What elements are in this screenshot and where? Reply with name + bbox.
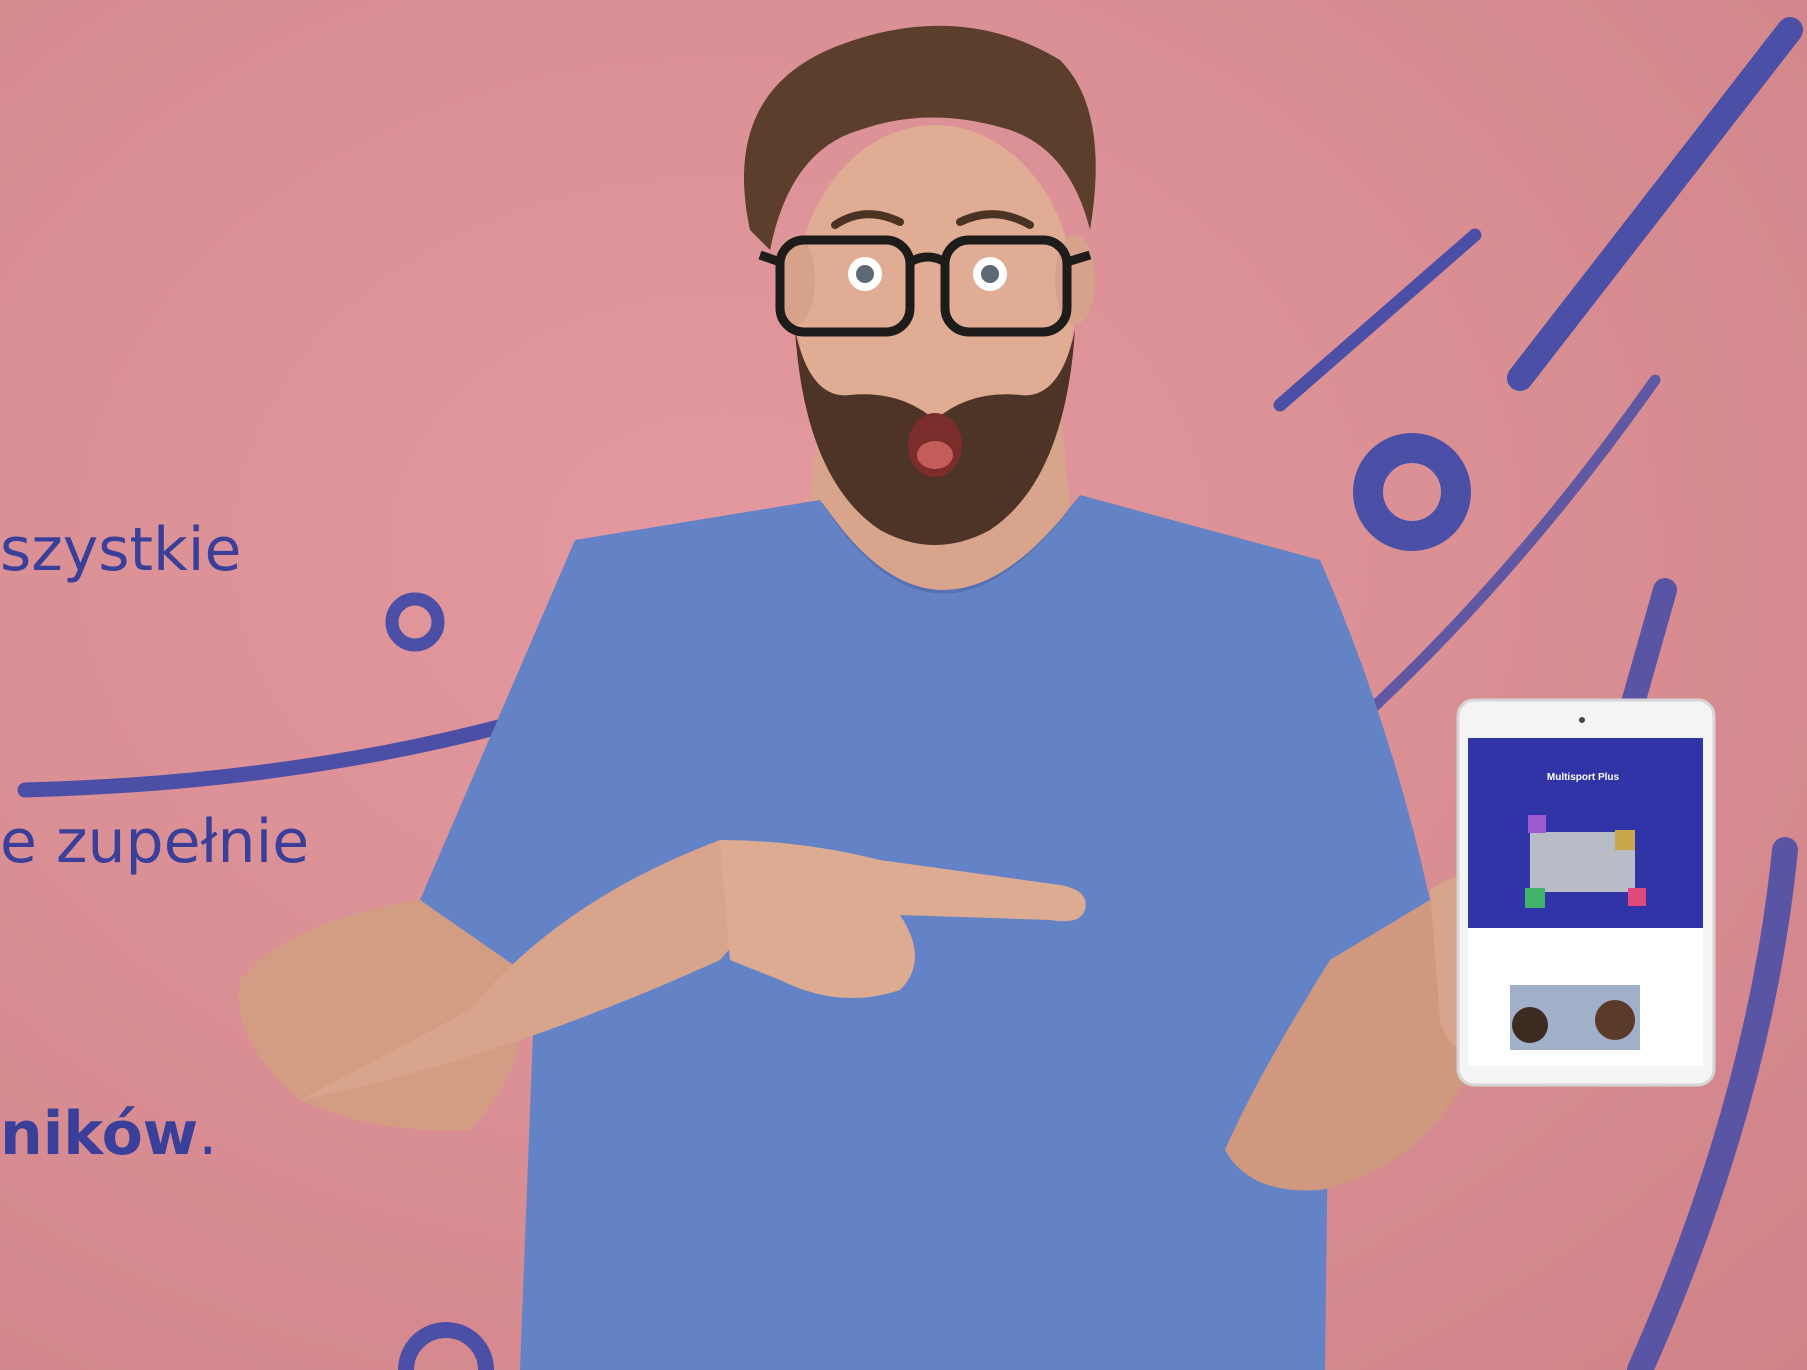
hero-banner: szystkie e zupełnie ników. Multisport Pl… — [0, 0, 1807, 1370]
tablet-screen-title: Multisport Plus — [1546, 772, 1620, 783]
headline: szystkie e zupełnie ników. — [0, 308, 309, 1370]
man-photo — [238, 25, 1485, 1370]
headline-line-1: szystkie — [0, 515, 242, 586]
headline-period: . — [198, 1098, 218, 1169]
tablet-device — [1456, 698, 1716, 1087]
headline-bold-word: ników — [0, 1098, 199, 1169]
headline-line-3: ników. — [0, 1086, 309, 1183]
headline-line-2: e zupełnie — [0, 806, 310, 877]
